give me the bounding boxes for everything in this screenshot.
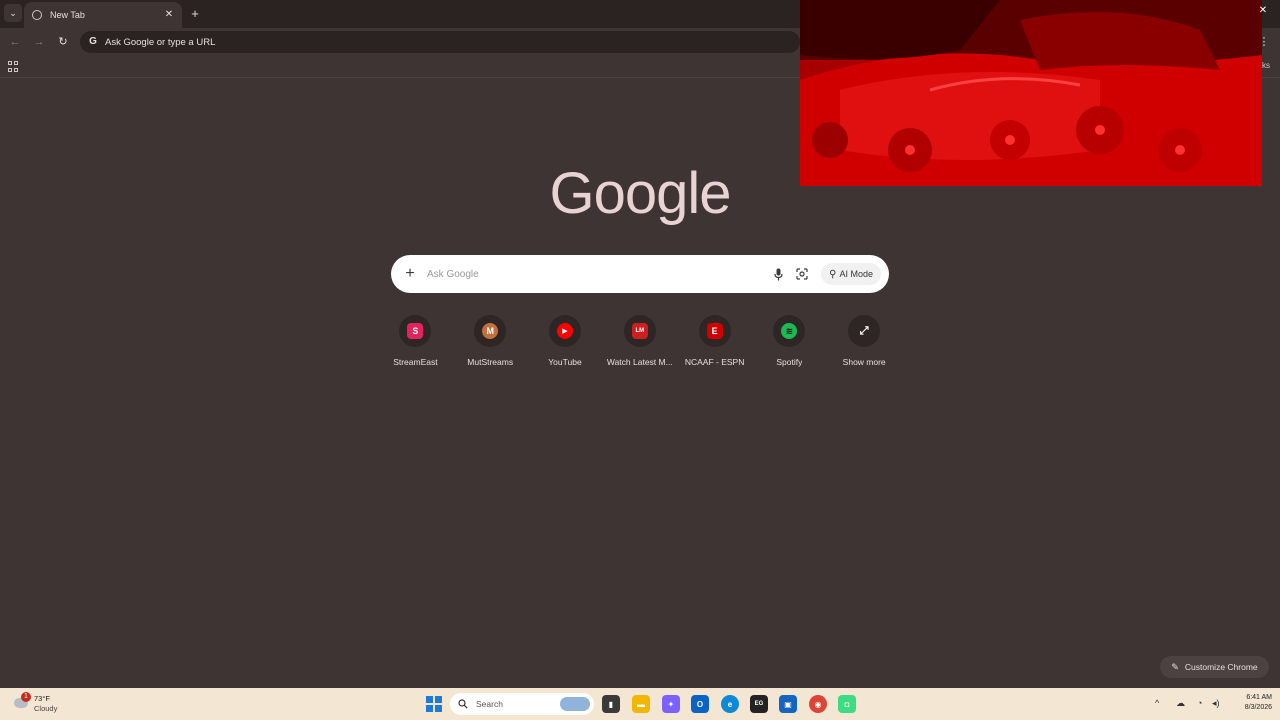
android-app-icon[interactable]: ◘ [838, 695, 856, 713]
shortcut-youtube[interactable]: ▶ YouTube [528, 314, 603, 376]
google-g-icon: G [89, 36, 97, 47]
forward-button[interactable]: → [31, 34, 47, 50]
apps-grid-icon[interactable] [8, 61, 19, 72]
search-highlight-image [560, 697, 590, 711]
expand-icon: ⤢ [859, 324, 869, 337]
tab-search-menu-button[interactable]: ⌄ [4, 4, 22, 22]
shortcut-label: Show more [842, 357, 886, 367]
shortcut-label: NCAAF - ESPN [684, 357, 745, 367]
copilot-icon[interactable]: ✦ [662, 695, 680, 713]
close-video-icon[interactable]: ✕ [1257, 5, 1269, 17]
add-attachment-icon[interactable]: + [403, 266, 417, 282]
clock-date: 8/3/2026 [1244, 704, 1272, 711]
chrome-icon[interactable]: ◉ [809, 695, 827, 713]
picture-in-picture-video[interactable] [800, 0, 1262, 186]
shortcut-label: Watch Latest M... [606, 357, 673, 367]
volume-icon[interactable]: ◂) [1212, 698, 1220, 709]
taskbar: 1 73°F Cloudy Search ▮ ▬ ✦ O e EG ▣ ◉ ◘ … [0, 688, 1280, 720]
task-view-icon[interactable]: ▮ [602, 695, 620, 713]
streameast-icon: S [407, 323, 424, 339]
ai-search-icon: ⚲ [829, 268, 837, 280]
video-frame [800, 0, 1262, 186]
pencil-icon: ✎ [1171, 661, 1179, 672]
outlook-icon[interactable]: O [691, 695, 709, 713]
back-button[interactable]: ← [7, 34, 23, 50]
file-explorer-icon[interactable]: ▬ [632, 695, 650, 713]
search-box[interactable]: + ⚲ AI Mode [391, 255, 889, 293]
tab-new-tab[interactable]: New Tab ✕ [24, 2, 182, 28]
shortcut-label: StreamEast [393, 357, 438, 367]
clock-time: 6:41 AM [1246, 694, 1272, 701]
store-icon[interactable]: ▣ [779, 695, 797, 713]
edge-icon[interactable]: e [721, 695, 739, 713]
watch-latest-icon: LM [631, 323, 648, 339]
omnibox[interactable]: G Ask Google or type a URL [80, 31, 800, 53]
customize-chrome-label: Customize Chrome [1184, 662, 1258, 672]
weather-description: Cloudy [34, 704, 58, 713]
chevron-up-icon[interactable]: ^ [1155, 698, 1159, 708]
omnibox-placeholder: Ask Google or type a URL [105, 36, 216, 48]
tab-title: New Tab [50, 10, 85, 20]
ai-mode-button[interactable]: ⚲ AI Mode [821, 263, 881, 285]
mutstreams-icon: M [482, 323, 499, 339]
shortcut-label: MutStreams [467, 357, 514, 367]
epic-games-icon[interactable]: EG [750, 695, 768, 713]
shortcut-spotify[interactable]: ≋ Spotify [752, 314, 827, 376]
google-lens-icon[interactable] [795, 267, 809, 281]
espn-icon: E [706, 323, 723, 339]
shortcut-label: YouTube [548, 357, 582, 367]
new-tab-button[interactable]: + [187, 6, 203, 22]
spotify-icon: ≋ [781, 323, 798, 339]
taskbar-search-label: Search [476, 699, 503, 709]
shortcut-streameast[interactable]: S StreamEast [378, 314, 453, 376]
chrome-favicon-icon [32, 10, 42, 20]
taskbar-search[interactable]: Search [450, 693, 594, 715]
wifi-icon[interactable]: ◔ [1197, 698, 1202, 708]
shortcut-label: Spotify [776, 357, 803, 367]
customize-chrome-button[interactable]: ✎ Customize Chrome [1160, 656, 1269, 678]
weather-temperature: 73°F [34, 694, 50, 703]
reload-button[interactable]: ↻ [55, 34, 71, 50]
search-icon [458, 699, 468, 709]
notification-badge: 1 [21, 692, 31, 702]
ai-mode-label: AI Mode [839, 269, 873, 279]
shortcut-mutstreams[interactable]: M MutStreams [453, 314, 528, 376]
search-input[interactable] [427, 268, 772, 280]
shortcut-show-more[interactable]: ⤢ Show more [827, 314, 902, 376]
weather-widget[interactable]: 1 73°F Cloudy [12, 692, 72, 716]
onedrive-icon[interactable]: ☁ [1176, 698, 1185, 709]
system-clock[interactable]: 6:41 AM 8/3/2026 [1228, 693, 1272, 713]
shortcuts-grid: S StreamEast M MutStreams ▶ YouTube LM W… [378, 314, 902, 376]
voice-search-icon[interactable] [771, 266, 785, 282]
youtube-icon: ▶ [556, 323, 573, 339]
start-button[interactable] [426, 696, 442, 712]
close-tab-icon[interactable]: ✕ [162, 8, 176, 22]
shortcut-watch-latest[interactable]: LM Watch Latest M... [602, 314, 677, 376]
shortcut-ncaaf-espn[interactable]: E NCAAF - ESPN [677, 314, 752, 376]
